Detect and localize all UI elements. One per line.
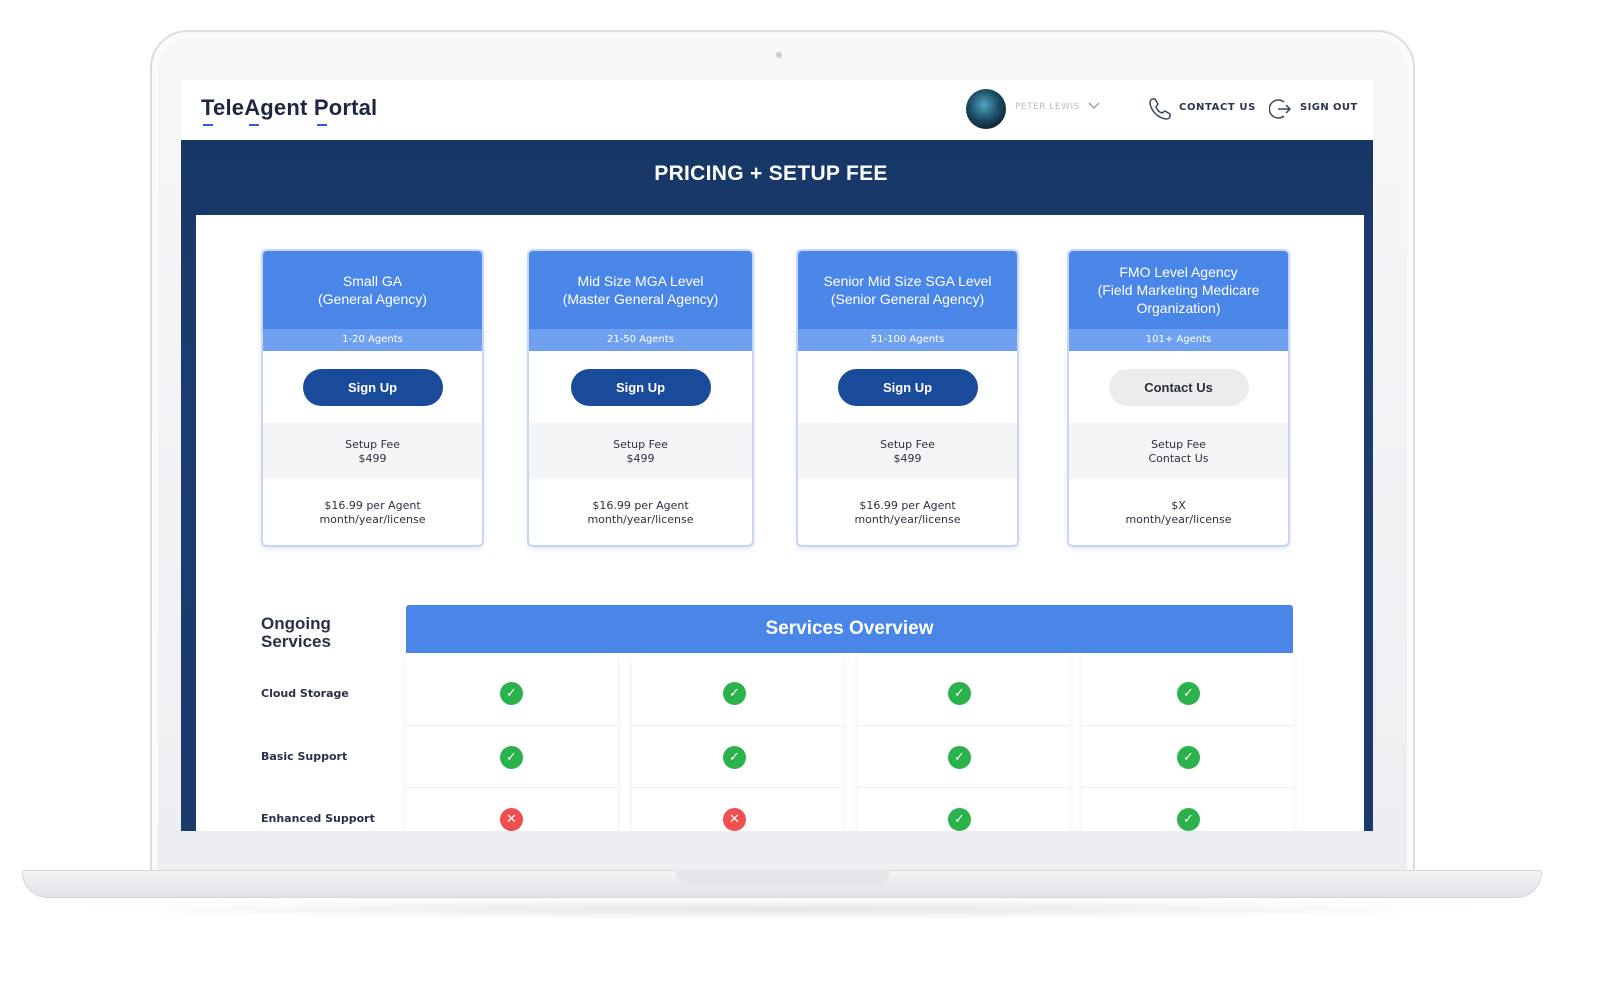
plan-card-senior-mid-size-sga: Senior Mid Size SGA Level (Senior Genera… xyxy=(796,249,1019,547)
plan-price-line2: month/year/license xyxy=(1125,513,1232,526)
check-circle-icon: ✓ xyxy=(500,746,523,769)
setup-fee-value: $499 xyxy=(626,452,655,465)
check-circle-icon: ✓ xyxy=(723,682,746,705)
chevron-down-icon[interactable] xyxy=(1087,98,1101,112)
setup-fee: Setup Fee $499 xyxy=(263,423,482,479)
check-circle-icon: ✓ xyxy=(1177,808,1200,831)
x-circle-icon: ✕ xyxy=(723,808,746,831)
plan-card-header: Mid Size MGA Level (Master General Agenc… xyxy=(529,251,752,329)
brand-underline xyxy=(203,124,331,126)
row-divider xyxy=(406,787,617,788)
sign-out-icon[interactable] xyxy=(1269,97,1293,121)
service-label-enhanced-support: Enhanced Support xyxy=(261,812,375,825)
row-divider xyxy=(1082,725,1293,726)
brand-logo[interactable]: TeleAgent Portal xyxy=(201,95,377,121)
phone-icon[interactable] xyxy=(1147,96,1173,122)
plan-price-line1: $16.99 per Agent xyxy=(859,499,956,512)
setup-fee-label: Setup Fee xyxy=(1151,438,1206,451)
plan-price-line2: month/year/license xyxy=(854,513,961,526)
camera-dot xyxy=(776,52,782,58)
check-circle-icon: ✓ xyxy=(948,808,971,831)
setup-fee-value: $499 xyxy=(358,452,387,465)
service-label-cloud-storage: Cloud Storage xyxy=(261,687,349,700)
plan-agents: 21-50 Agents xyxy=(529,329,752,351)
sign-up-button[interactable]: Sign Up xyxy=(302,369,443,406)
page-title: PRICING + SETUP FEE xyxy=(654,162,888,185)
plan-price: $16.99 per Agent month/year/license xyxy=(263,499,482,527)
setup-fee-label: Setup Fee xyxy=(345,438,400,451)
laptop-shadow xyxy=(60,898,1500,920)
setup-fee: Setup Fee Contact Us xyxy=(1069,423,1288,479)
plan-agents: 101+ Agents xyxy=(1069,329,1288,351)
plan-agents: 1-20 Agents xyxy=(263,329,482,351)
plan-title: FMO Level Agency (Field Marketing Medica… xyxy=(1097,264,1260,316)
service-label-basic-support: Basic Support xyxy=(261,750,348,763)
plan-card-fmo-level: FMO Level Agency (Field Marketing Medica… xyxy=(1067,249,1290,547)
plan-price: $16.99 per Agent month/year/license xyxy=(529,499,752,527)
user-name[interactable]: PETER LEWIS xyxy=(1015,102,1080,112)
service-column xyxy=(632,655,843,831)
hero-banner: PRICING + SETUP FEE Small GA (General Ag… xyxy=(181,140,1373,831)
x-circle-icon: ✕ xyxy=(500,808,523,831)
ongoing-title-line2: Services xyxy=(261,632,331,651)
plan-card-header: Small GA (General Agency) xyxy=(263,251,482,329)
plan-price-line2: month/year/license xyxy=(319,513,426,526)
contact-us-link[interactable]: CONTACT US xyxy=(1179,102,1256,113)
top-bar: TeleAgent Portal PETER LEWIS CONTACT US … xyxy=(181,80,1373,140)
row-divider xyxy=(406,725,617,726)
row-divider xyxy=(858,725,1069,726)
check-circle-icon: ✓ xyxy=(1177,746,1200,769)
setup-fee-value: $499 xyxy=(893,452,922,465)
sign-up-button[interactable]: Sign Up xyxy=(570,369,711,406)
check-circle-icon: ✓ xyxy=(500,682,523,705)
setup-fee: Setup Fee $499 xyxy=(798,423,1017,479)
plan-price-line1: $X xyxy=(1171,499,1186,512)
row-divider xyxy=(858,787,1069,788)
plan-card-mid-size-mga: Mid Size MGA Level (Master General Agenc… xyxy=(527,249,754,547)
plan-card-header: Senior Mid Size SGA Level (Senior Genera… xyxy=(798,251,1017,329)
plan-price-line1: $16.99 per Agent xyxy=(324,499,421,512)
screen: TeleAgent Portal PETER LEWIS CONTACT US … xyxy=(181,80,1373,831)
sign-out-link[interactable]: SIGN OUT xyxy=(1300,102,1358,113)
plan-price-line1: $16.99 per Agent xyxy=(592,499,689,512)
pricing-panel: Small GA (General Agency) 1-20 Agents Si… xyxy=(196,215,1364,831)
plan-price: $X month/year/license xyxy=(1069,499,1288,527)
plan-price-line2: month/year/license xyxy=(587,513,694,526)
setup-fee-label: Setup Fee xyxy=(613,438,668,451)
setup-fee: Setup Fee $499 xyxy=(529,423,752,479)
contact-us-button[interactable]: Contact Us xyxy=(1108,369,1249,406)
setup-fee-label: Setup Fee xyxy=(880,438,935,451)
row-divider xyxy=(632,787,843,788)
service-column xyxy=(858,655,1069,831)
check-circle-icon: ✓ xyxy=(948,746,971,769)
plan-card-header: FMO Level Agency (Field Marketing Medica… xyxy=(1069,251,1288,329)
check-circle-icon: ✓ xyxy=(723,746,746,769)
plan-agents: 51-100 Agents xyxy=(798,329,1017,351)
check-circle-icon: ✓ xyxy=(1177,682,1200,705)
plan-title: Mid Size MGA Level (Master General Agenc… xyxy=(562,273,719,307)
sign-up-button[interactable]: Sign Up xyxy=(837,369,978,406)
plan-price: $16.99 per Agent month/year/license xyxy=(798,499,1017,527)
avatar[interactable] xyxy=(966,89,1006,129)
ongoing-services-title: Ongoing Services xyxy=(261,615,331,651)
ongoing-title-line1: Ongoing xyxy=(261,614,331,633)
plan-card-small-ga: Small GA (General Agency) 1-20 Agents Si… xyxy=(261,249,484,547)
plan-title: Small GA (General Agency) xyxy=(318,273,427,307)
row-divider xyxy=(1082,787,1293,788)
laptop-base-notch xyxy=(675,870,890,886)
services-overview-header: Services Overview xyxy=(406,605,1293,653)
setup-fee-value: Contact Us xyxy=(1148,452,1209,465)
check-circle-icon: ✓ xyxy=(948,682,971,705)
plan-title: Senior Mid Size SGA Level (Senior Genera… xyxy=(823,273,992,307)
row-divider xyxy=(632,725,843,726)
